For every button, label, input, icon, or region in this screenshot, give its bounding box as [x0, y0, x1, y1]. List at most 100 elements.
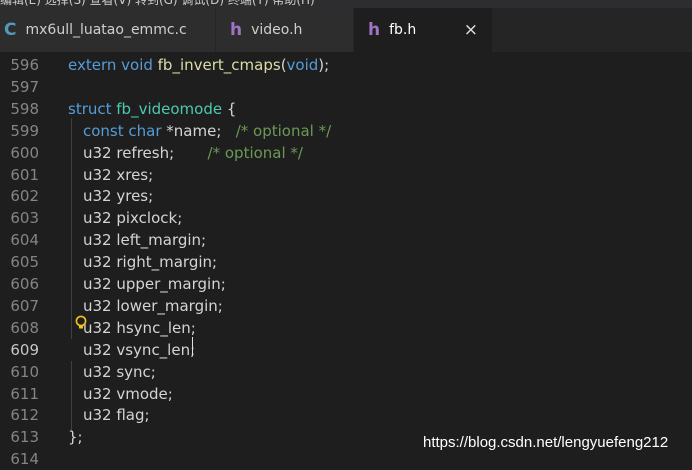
code-line[interactable]: 614 [0, 448, 692, 470]
code-token: * [166, 121, 174, 140]
code-line[interactable]: 611 u32 vmode; [0, 383, 692, 405]
code-token: { [222, 99, 237, 118]
menu-bar[interactable]: 编辑(E) 选择(S) 查看(V) 转到(G) 调试(D) 终端(T) 帮助(H… [0, 0, 692, 8]
code-token: }; [68, 428, 83, 447]
line-number[interactable]: 614 [0, 448, 39, 470]
code-line[interactable]: 598 struct fb_videomode { [0, 98, 692, 120]
line-number[interactable]: 601 [0, 164, 39, 186]
code-token: ); [318, 56, 330, 74]
code-line[interactable]: 608 u32 hsync_len; [0, 317, 692, 339]
code-line[interactable]: 606 u32 upper_margin; [0, 273, 692, 295]
code-token: u32 yres; [83, 187, 154, 206]
c-file-icon: C [4, 20, 17, 40]
tab-label: fb.h [389, 22, 417, 38]
code-text: u32 xres; [83, 164, 153, 186]
code-token: u32 right_margin; [83, 253, 218, 272]
code-token: void [121, 56, 158, 74]
code-text: u32 refresh; /* optional */ [83, 142, 303, 164]
code-token: u32 lower_margin; [83, 296, 223, 315]
code-text: u32 right_margin; [83, 251, 217, 273]
code-line[interactable]: 612 u32 flag; [0, 404, 692, 426]
code-token: struct [68, 99, 117, 118]
code-text: extern void fb_invert_cmaps(void); [68, 54, 329, 76]
line-number[interactable]: 596 [0, 54, 39, 76]
header-file-icon: h [230, 20, 243, 40]
line-number[interactable]: 612 [0, 404, 39, 426]
code-text: u32 pixclock; [83, 207, 182, 229]
menu-bar-text: 编辑(E) 选择(S) 查看(V) 转到(G) 调试(D) 终端(T) 帮助(H… [0, 0, 315, 7]
code-text: u32 yres; [83, 185, 153, 207]
code-token: char [128, 121, 167, 140]
code-text: u32 flag; [83, 404, 150, 426]
code-token: fb_videomode [116, 99, 223, 118]
code-text: u32 lower_margin; [83, 295, 223, 317]
lightbulb-icon[interactable] [75, 315, 87, 331]
code-token: /* optional */ [235, 121, 332, 140]
code-text: u32 vsync_len; [83, 339, 195, 361]
line-number[interactable]: 610 [0, 361, 39, 383]
code-line[interactable]: 600 u32 refresh; /* optional */ [0, 142, 692, 164]
code-text: }; [68, 426, 83, 448]
code-token: extern [68, 56, 122, 74]
code-token: fb_invert_cmaps [157, 56, 281, 74]
code-token: u32 pixclock; [83, 209, 183, 228]
watermark: https://blog.csdn.net/lengyuefeng212 [423, 434, 669, 451]
line-number[interactable]: 598 [0, 98, 39, 120]
line-number[interactable]: 604 [0, 229, 39, 251]
tab-mx6ull-luatao-emmc-c[interactable]: C mx6ull_luatao_emmc.c [0, 8, 215, 52]
tab-fb-h[interactable]: h fb.h × [354, 8, 492, 52]
code-token: /* optional */ [207, 143, 303, 162]
code-token: ; [216, 121, 236, 140]
code-token: u32 hsync_len; [83, 318, 196, 337]
line-number[interactable]: 603 [0, 207, 39, 229]
line-number[interactable]: 606 [0, 273, 39, 295]
text-cursor [192, 337, 193, 356]
code-text: u32 hsync_len; [83, 317, 196, 339]
line-number[interactable]: 602 [0, 185, 39, 207]
code-token: u32 upper_margin; [83, 275, 226, 293]
line-number[interactable]: 608 [0, 317, 39, 339]
code-text: const char *name; /* optional */ [83, 120, 331, 142]
code-token: u32 sync; [83, 362, 156, 381]
code-line[interactable]: 610 u32 sync; [0, 361, 692, 383]
code-editor[interactable]: 596 extern void fb_invert_cmaps(void); 597… [0, 52, 692, 468]
tab-label: mx6ull_luatao_emmc.c [25, 22, 187, 38]
line-number[interactable]: 611 [0, 383, 39, 405]
line-number[interactable]: 609 [0, 339, 39, 361]
line-number[interactable]: 613 [0, 426, 39, 448]
close-tab-icon[interactable]: × [464, 20, 478, 40]
code-text: u32 left_margin; [83, 229, 206, 251]
code-text: u32 sync; [83, 361, 156, 383]
line-number[interactable]: 600 [0, 142, 39, 164]
tab-label: video.h [251, 22, 303, 38]
code-line[interactable]: 599 const char *name; /* optional */ [0, 120, 692, 142]
tab-video-h[interactable]: h video.h [216, 8, 353, 52]
code-line[interactable]: 607 u32 lower_margin; [0, 295, 692, 317]
code-line[interactable]: 605 u32 right_margin; [0, 251, 692, 273]
code-line[interactable]: 602 u32 yres; [0, 185, 692, 207]
code-line[interactable]: 596 extern void fb_invert_cmaps(void); [0, 54, 692, 76]
code-line[interactable]: 609 u32 vsync_len; [0, 338, 692, 361]
code-text: struct fb_videomode { [68, 98, 236, 120]
code-token: u32 left_margin; [83, 231, 207, 250]
line-number[interactable]: 599 [0, 120, 39, 142]
code-token: u32 vsync_len; [83, 340, 196, 359]
code-token: u32 refresh; [83, 143, 175, 162]
code-line[interactable]: 597 [0, 76, 692, 98]
code-token: u32 flag; [83, 406, 150, 425]
code-token: name [173, 121, 217, 140]
line-number[interactable]: 605 [0, 251, 39, 273]
editor-tab-bar: C mx6ull_luatao_emmc.c h video.h h fb.h … [0, 8, 692, 52]
line-number[interactable]: 607 [0, 295, 39, 317]
code-token: const [83, 121, 129, 140]
code-text: u32 upper_margin; [83, 273, 226, 295]
code-line[interactable]: 604 u32 left_margin; [0, 229, 692, 251]
code-line[interactable]: 603 u32 pixclock; [0, 207, 692, 229]
code-token: void [286, 56, 319, 74]
header-file-icon: h [368, 20, 381, 40]
code-token: u32 xres; [83, 165, 154, 184]
code-token: u32 vmode; [83, 384, 173, 403]
line-number[interactable]: 597 [0, 76, 39, 98]
code-line[interactable]: 601 u32 xres; [0, 164, 692, 186]
